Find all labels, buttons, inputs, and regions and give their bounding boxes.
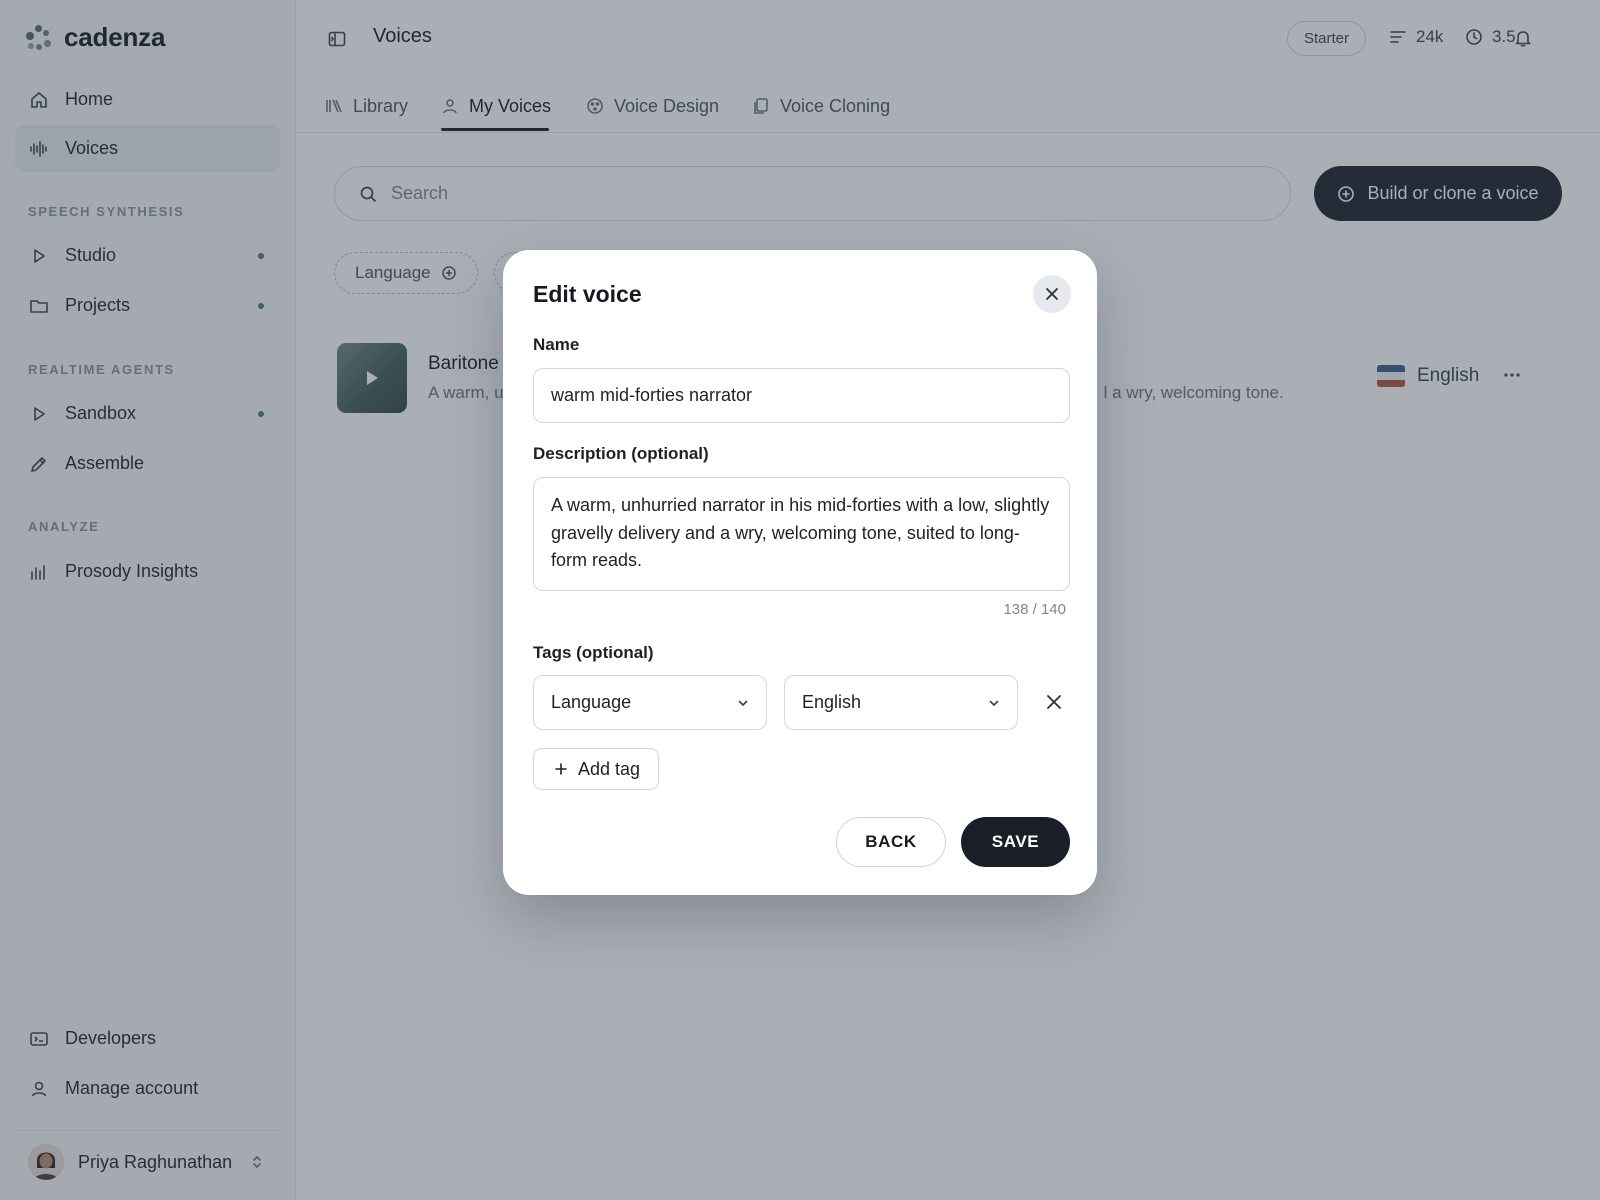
name-input[interactable] [533, 368, 1070, 423]
add-tag-button[interactable]: Add tag [533, 748, 660, 790]
description-label: Description (optional) [533, 444, 709, 463]
plus-icon [555, 763, 567, 775]
name-label: Name [533, 335, 580, 354]
remove-tag-button[interactable] [1043, 691, 1065, 713]
close-icon [1047, 695, 1061, 709]
close-button[interactable] [1033, 275, 1071, 313]
close-icon [1046, 288, 1058, 300]
modal-title: Edit voice [533, 281, 642, 307]
edit-voice-modal: Edit voice Name Description (optional) A… [503, 250, 1097, 895]
tag-value-select[interactable]: English [784, 675, 1018, 730]
tag-key-select[interactable]: Language [533, 675, 767, 730]
add-tag-label: Add tag [578, 758, 641, 779]
char-count: 138 / 140 [1003, 601, 1066, 618]
description-textarea[interactable]: A warm, unhurried narrator in his mid-fo… [533, 477, 1070, 591]
back-button[interactable]: BACK [836, 817, 946, 867]
tag-value-value: English [802, 692, 862, 712]
tags-label: Tags (optional) [533, 643, 654, 662]
save-button[interactable]: SAVE [961, 817, 1070, 867]
chevron-down-icon [736, 696, 750, 710]
tag-key-value: Language [551, 692, 632, 712]
chevron-down-icon [987, 696, 1001, 710]
